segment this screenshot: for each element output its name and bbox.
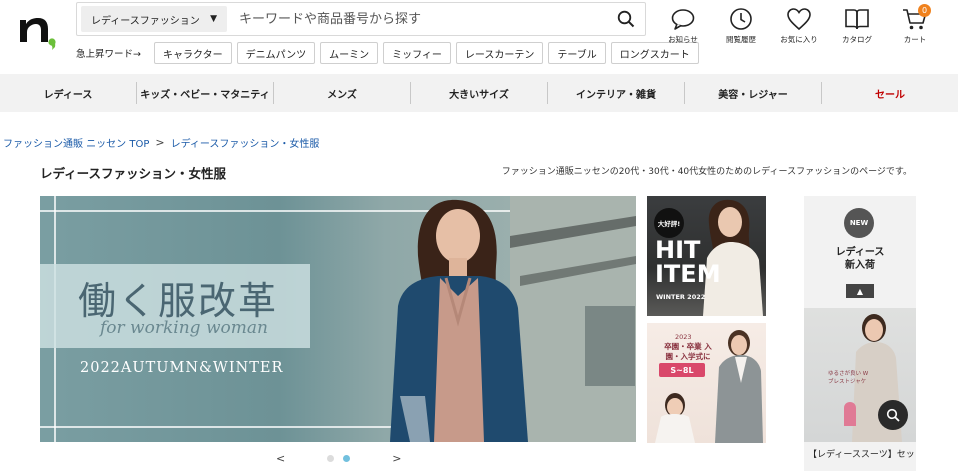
nav-item-large-sizes[interactable]: 大きいサイズ (410, 82, 547, 104)
clock-icon (730, 8, 752, 30)
chevron-down-icon: ▼ (210, 14, 217, 24)
catalog-button[interactable]: カタログ (828, 6, 886, 45)
category-select[interactable]: レディースファッション ▼ (81, 6, 227, 32)
chevron-up-icon: ▲ (856, 286, 864, 296)
promo-ceremony-text: 卒園・卒業 入園・入学式に (664, 342, 712, 361)
trending-tag[interactable]: キャラクター (153, 42, 232, 64)
trending-tag[interactable]: テーブル (548, 42, 606, 64)
trending-words: 急上昇ワード→ キャラクター デニムパンツ ムーミン ミッフィー レースカーテン… (76, 42, 699, 64)
breadcrumb-home-link[interactable]: ファッション通販 ニッセン TOP (3, 135, 149, 150)
new-arrivals-title: レディース 新入荷 (804, 246, 916, 272)
notifications-button[interactable]: お知らせ (654, 6, 712, 45)
promo-model-image (655, 330, 763, 443)
slider-prev-button[interactable]: < (276, 452, 285, 465)
slider-dot-active[interactable] (343, 455, 351, 462)
nav-item-mens[interactable]: メンズ (273, 82, 410, 104)
category-select-label: レディースファッション (91, 15, 200, 27)
search-input[interactable] (227, 4, 607, 34)
scroll-up-button[interactable]: ▲ (846, 284, 874, 298)
nav-item-beauty-leisure[interactable]: 美容・レジャー (684, 82, 821, 104)
promo-badge: 大好評! (654, 208, 684, 238)
hero-season-text: 2022AUTUMN&WINTER (80, 360, 284, 376)
search-icon (617, 10, 635, 28)
page-title: レディースファッション・女性服 (40, 166, 227, 181)
new-arrivals-panel: NEW レディース 新入荷 ▲ ゆるさが良い Wブレストジャケ 【レディーススー… (804, 196, 916, 471)
hero-banner[interactable]: 働く服改革 for working woman 2022AUTUMN&WINTE… (40, 196, 636, 442)
breadcrumb: ファッション通販 ニッセン TOP > レディースファッション・女性服 (3, 135, 319, 150)
trending-tag[interactable]: ロングスカート (610, 42, 699, 64)
promo-banner-ceremony[interactable]: 2023 卒園・卒業 入園・入学式に S~8L (647, 323, 766, 443)
cart-label: カート (903, 35, 927, 44)
promo-size-range: S~8L (659, 363, 705, 377)
book-icon (845, 9, 869, 30)
zoom-button[interactable] (878, 400, 908, 430)
new-arrival-product-image[interactable]: ゆるさが良い Wブレストジャケ (804, 308, 916, 442)
page-description: ファッション通販ニッセンの20代・30代・40代女性のためのレディースファッショ… (501, 167, 912, 177)
promo-title: HIT ITEM (655, 236, 721, 288)
new-arrival-caption[interactable]: 【レディーススーツ】セッ (808, 447, 916, 460)
nav-item-interior-goods[interactable]: インテリア・雑貨 (547, 82, 684, 104)
breadcrumb-separator: > (155, 136, 165, 149)
trending-tag[interactable]: ミッフィー (383, 42, 451, 64)
new-arrivals-title-line2: 新入荷 (845, 260, 875, 271)
search-icon (886, 408, 900, 422)
search-bar: レディースファッション ▼ (76, 2, 646, 36)
new-arrivals-title-line1: レディース (835, 247, 885, 258)
hero-title: 働く服改革 (78, 279, 279, 323)
catalog-label: カタログ (842, 35, 872, 44)
slider-controls: < > (276, 452, 401, 465)
trending-tag[interactable]: デニムパンツ (236, 42, 316, 64)
cart-button[interactable]: 0 カート (886, 4, 944, 45)
speech-bubble-icon (671, 9, 695, 30)
history-label: 閲覧履歴 (726, 35, 756, 44)
trending-tag[interactable]: レースカーテン (455, 42, 544, 64)
history-button[interactable]: 閲覧履歴 (712, 6, 770, 45)
new-arrival-image-text: ゆるさが良い Wブレストジャケ (828, 370, 872, 386)
slider-dot[interactable] (327, 455, 335, 462)
nav-item-kids-baby-maternity[interactable]: キッズ・ベビー・マタニティ (136, 82, 273, 104)
promo-banner-hit-item[interactable]: 大好評! HIT ITEM WINTER 2022 (647, 196, 766, 316)
trending-tag[interactable]: ムーミン (320, 42, 379, 64)
slider-next-button[interactable]: > (392, 452, 401, 465)
search-button[interactable] (607, 4, 645, 34)
nav-item-sale[interactable]: セール (821, 82, 958, 104)
notifications-label: お知らせ (668, 35, 698, 44)
trending-label: 急上昇ワード→ (76, 49, 141, 60)
nav-item-ladies[interactable]: レディース (0, 82, 136, 104)
header-icons: お知らせ 閲覧履歴 お気に入り カタログ 0 カート (654, 4, 944, 45)
favorites-button[interactable]: お気に入り (770, 6, 828, 45)
favorites-label: お気に入り (780, 35, 818, 44)
heart-icon (787, 8, 811, 31)
new-badge: NEW (844, 208, 874, 238)
category-nav: レディース キッズ・ベビー・マタニティ メンズ 大きいサイズ インテリア・雑貨 … (0, 74, 958, 112)
nissen-logo[interactable] (16, 8, 64, 50)
promo-subtitle: WINTER 2022 (656, 293, 706, 301)
slider-dots (327, 455, 351, 462)
breadcrumb-current-link[interactable]: レディースファッション・女性服 (171, 135, 320, 150)
promo-year: 2023 (675, 333, 692, 341)
hero-script-text: for working woman (100, 318, 268, 338)
new-arrival-image-text-content: ゆるさが良い Wブレストジャケ (828, 371, 869, 385)
cart-count-badge: 0 (918, 4, 931, 17)
